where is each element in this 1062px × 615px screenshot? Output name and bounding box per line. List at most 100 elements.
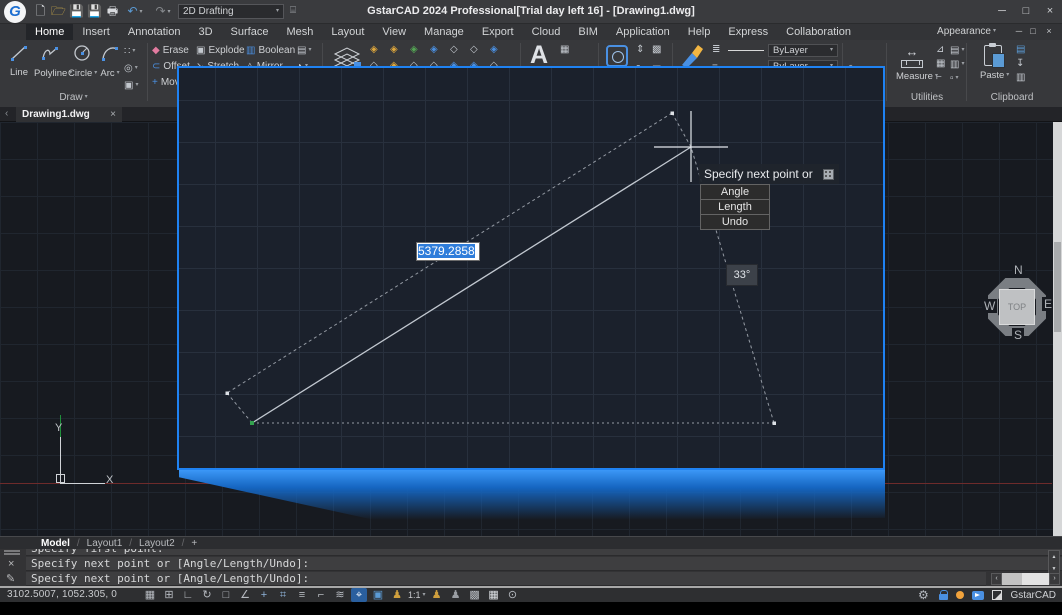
redo-icon[interactable]: ↷ bbox=[150, 3, 176, 20]
circle-tool-button[interactable]: Circle bbox=[68, 43, 96, 79]
erase-button[interactable]: ◆Erase bbox=[152, 44, 189, 57]
plot-icon[interactable]: 🖶 bbox=[104, 3, 121, 20]
id-point-icon[interactable]: ⌐ bbox=[936, 72, 942, 84]
viewcube-north[interactable]: N bbox=[1012, 263, 1025, 277]
viewcube[interactable]: TOP N W E S bbox=[984, 264, 1050, 344]
cycling-icon[interactable] bbox=[313, 588, 329, 602]
zoom-icon[interactable] bbox=[351, 588, 367, 602]
document-tab-close-icon[interactable]: × bbox=[110, 107, 116, 122]
array-tools-icon[interactable]: ▤ bbox=[297, 44, 311, 57]
tab-help[interactable]: Help bbox=[679, 24, 720, 40]
close-button[interactable]: × bbox=[1038, 0, 1062, 22]
open-file-icon[interactable]: 🗁 bbox=[50, 3, 67, 20]
calculator-icon[interactable]: ▦ bbox=[936, 58, 945, 70]
settings-icon[interactable]: ⚙ bbox=[915, 588, 931, 602]
lock-icon[interactable] bbox=[939, 594, 948, 600]
new-file-icon[interactable]: 🗋 bbox=[32, 3, 49, 20]
undo-icon[interactable]: ↶ bbox=[122, 3, 148, 20]
annotation-scale-value[interactable]: 1:1 bbox=[408, 590, 426, 600]
annotation-scale-icon[interactable] bbox=[389, 588, 405, 602]
model-space-icon[interactable] bbox=[370, 588, 386, 602]
area-tools-icon[interactable]: ▤ bbox=[950, 44, 964, 57]
tab-express[interactable]: Express bbox=[719, 24, 777, 40]
text-tool-button[interactable]: A bbox=[530, 42, 548, 68]
quick-access-more-icon[interactable]: ⌸ bbox=[290, 5, 296, 16]
mdi-minimize-button[interactable]: ─ bbox=[1012, 26, 1026, 36]
tab-application[interactable]: Application bbox=[607, 24, 679, 40]
command-horizontal-scrollbar[interactable]: ‹ › bbox=[991, 573, 1060, 585]
copy-clip-icon[interactable]: ▤ bbox=[1016, 44, 1025, 56]
tab-manage[interactable]: Manage bbox=[415, 24, 473, 40]
dynamic-ucs-icon[interactable] bbox=[332, 588, 348, 602]
point-tools-icon[interactable]: ∷ bbox=[124, 45, 135, 58]
layer-tool-icon[interactable]: ◈ bbox=[490, 44, 510, 60]
measure-button[interactable]: ↔ Measure bbox=[896, 44, 928, 82]
app-logo-icon[interactable]: G bbox=[4, 1, 26, 23]
tab-collaboration[interactable]: Collaboration bbox=[777, 24, 860, 40]
canvas-scrollbar-thumb[interactable] bbox=[1054, 242, 1061, 332]
donut-tools-icon[interactable]: ◎ bbox=[124, 62, 138, 75]
tab-cloud[interactable]: Cloud bbox=[523, 24, 570, 40]
dynamic-input-keyboard-icon[interactable] bbox=[823, 169, 834, 180]
arc-tool-button[interactable]: Arc bbox=[97, 43, 123, 79]
layer-tool-icon[interactable]: ◈ bbox=[410, 44, 430, 60]
layer-tool-icon[interactable]: ◇ bbox=[470, 44, 490, 60]
zoom-preview-popup[interactable]: Specify next point or Angle Length Undo … bbox=[177, 66, 885, 470]
tab-bim[interactable]: BIM bbox=[569, 24, 607, 40]
tab-insert[interactable]: Insert bbox=[73, 24, 119, 40]
tab-export[interactable]: Export bbox=[473, 24, 523, 40]
save-icon[interactable]: 💾 bbox=[68, 3, 85, 20]
ortho-icon[interactable] bbox=[180, 588, 196, 602]
viewcube-top-face[interactable]: TOP bbox=[999, 289, 1035, 325]
snap-icon[interactable] bbox=[161, 588, 177, 602]
workspace-select[interactable]: 2D Drafting bbox=[178, 4, 284, 19]
command-window[interactable]: × ✎ Specify first point: Specify next po… bbox=[0, 549, 1062, 586]
osnap-icon[interactable] bbox=[218, 588, 234, 602]
volume-tools-icon[interactable]: ▥ bbox=[950, 58, 964, 71]
command-prompt-line[interactable]: Specify next point or [Angle/Length/Undo… bbox=[26, 572, 986, 586]
angle-snap-icon[interactable] bbox=[237, 588, 253, 602]
menu-item-angle[interactable]: Angle bbox=[700, 184, 770, 200]
polar-icon[interactable] bbox=[199, 588, 215, 602]
viewcube-west[interactable]: W bbox=[982, 299, 997, 313]
paste-button[interactable]: Paste bbox=[980, 43, 1006, 81]
layer-tool-icon[interactable]: ◈ bbox=[390, 44, 410, 60]
tab-home[interactable]: Home bbox=[26, 24, 73, 40]
grid-icon[interactable] bbox=[142, 588, 158, 602]
scrollbar-track[interactable] bbox=[1002, 573, 1049, 585]
paste-special-icon[interactable]: ↧ bbox=[1016, 58, 1024, 70]
tab-view[interactable]: View bbox=[373, 24, 415, 40]
color-select[interactable]: ByLayer bbox=[768, 44, 838, 57]
menu-item-undo[interactable]: Undo bbox=[700, 214, 770, 230]
appearance-menu[interactable]: Appearance bbox=[937, 26, 996, 37]
annotation-auto-icon[interactable] bbox=[448, 588, 464, 602]
rectangle-tools-icon[interactable]: ▣ bbox=[124, 79, 138, 92]
angle-measure-icon[interactable]: ⊿ bbox=[936, 44, 944, 56]
tab-mesh[interactable]: Mesh bbox=[277, 24, 322, 40]
block-attributes-icon[interactable]: ⇕ bbox=[636, 44, 644, 56]
otrack-icon[interactable] bbox=[256, 588, 272, 602]
isolate-icon[interactable] bbox=[467, 588, 483, 602]
clipboard-panel-label[interactable]: Clipboard bbox=[968, 92, 1056, 103]
polyline-tool-button[interactable]: Polyline bbox=[34, 43, 66, 79]
layer-tool-icon[interactable]: ◈ bbox=[370, 44, 390, 60]
line-tool-button[interactable]: Line bbox=[4, 43, 34, 78]
utilities-panel-label[interactable]: Utilities bbox=[888, 92, 966, 103]
viewcube-south[interactable]: S bbox=[1012, 328, 1024, 342]
save-as-icon[interactable]: 💾 bbox=[86, 3, 103, 20]
layer-tool-icon[interactable]: ◇ bbox=[450, 44, 470, 60]
annotation-visibility-icon[interactable] bbox=[429, 588, 445, 602]
copy-base-icon[interactable]: ▥ bbox=[1016, 72, 1025, 84]
menu-item-length[interactable]: Length bbox=[700, 199, 770, 215]
scroll-down-icon[interactable]: ▼ bbox=[1052, 566, 1057, 572]
draw-panel-label[interactable]: Draw bbox=[0, 92, 147, 103]
command-close-icon[interactable]: × bbox=[8, 558, 14, 570]
minimize-button[interactable]: ─ bbox=[990, 0, 1014, 22]
document-tab-drawing1[interactable]: Drawing1.dwg × bbox=[16, 107, 122, 122]
fullscreen-icon[interactable] bbox=[992, 590, 1002, 600]
tab-scroll-left-icon[interactable]: ‹ bbox=[5, 108, 8, 119]
scroll-right-icon[interactable]: › bbox=[1049, 573, 1060, 585]
tab-surface[interactable]: Surface bbox=[222, 24, 278, 40]
quick-properties-icon[interactable] bbox=[486, 588, 502, 602]
scrollbar-thumb[interactable] bbox=[1002, 573, 1022, 585]
